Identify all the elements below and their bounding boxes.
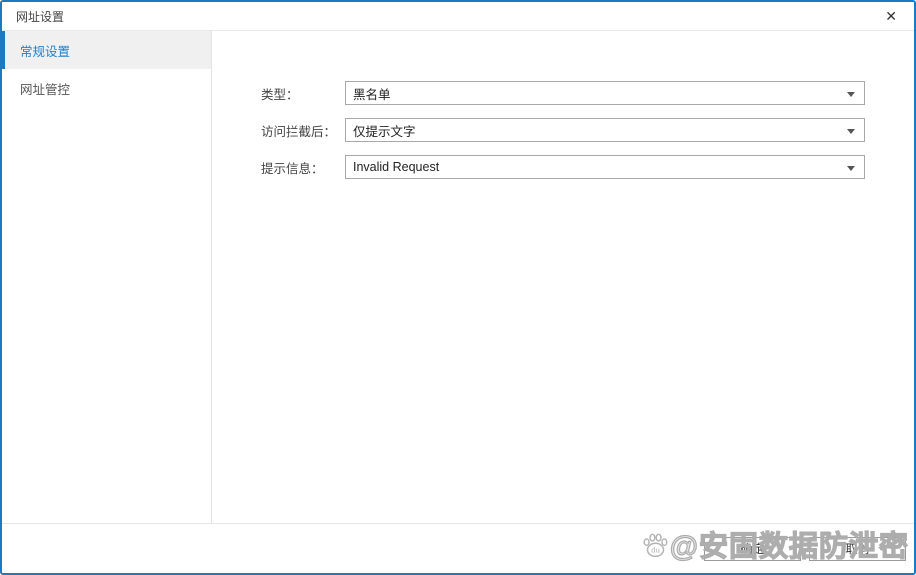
title-bar: 网址设置 ✕ bbox=[2, 2, 914, 31]
form-row-type: 类型： 黑名单 bbox=[261, 81, 914, 105]
chevron-down-icon bbox=[847, 92, 855, 97]
intercept-action-dropdown-value: 仅提示文字 bbox=[353, 121, 416, 140]
sidebar-item-general-settings[interactable]: 常规设置 bbox=[2, 31, 211, 69]
prompt-message-dropdown-value: Invalid Request bbox=[353, 160, 439, 174]
type-dropdown-value: 黑名单 bbox=[353, 84, 391, 103]
form-row-prompt-message: 提示信息： Invalid Request bbox=[261, 155, 914, 179]
sidebar-item-url-control[interactable]: 网址管控 bbox=[2, 69, 211, 107]
intercept-action-dropdown[interactable]: 仅提示文字 bbox=[345, 118, 865, 142]
ok-button[interactable]: 确定 bbox=[704, 537, 801, 561]
dialog-title: 网址设置 bbox=[16, 8, 64, 25]
url-settings-dialog: 网址设置 ✕ 常规设置 网址管控 类型： 黑名单 访问拦截后： bbox=[0, 0, 916, 575]
chevron-down-icon bbox=[847, 166, 855, 171]
form-row-intercept-action: 访问拦截后： 仅提示文字 bbox=[261, 118, 914, 142]
type-label: 类型： bbox=[261, 84, 345, 103]
sidebar-item-label: 常规设置 bbox=[20, 41, 70, 60]
settings-form: 类型： 黑名单 访问拦截后： 仅提示文字 提示信息： Invalid Reque… bbox=[212, 31, 914, 523]
chevron-down-icon bbox=[847, 129, 855, 134]
intercept-action-label: 访问拦截后： bbox=[261, 121, 345, 140]
sidebar: 常规设置 网址管控 bbox=[2, 31, 212, 523]
dialog-body: 常规设置 网址管控 类型： 黑名单 访问拦截后： 仅提示文字 bbox=[2, 31, 914, 523]
close-icon[interactable]: ✕ bbox=[876, 6, 906, 26]
prompt-message-dropdown[interactable]: Invalid Request bbox=[345, 155, 865, 179]
cancel-button[interactable]: 取消 bbox=[809, 537, 906, 561]
type-dropdown[interactable]: 黑名单 bbox=[345, 81, 865, 105]
sidebar-item-label: 网址管控 bbox=[20, 79, 70, 98]
prompt-message-label: 提示信息： bbox=[261, 158, 345, 177]
footer-bar: 确定 取消 bbox=[2, 523, 914, 573]
